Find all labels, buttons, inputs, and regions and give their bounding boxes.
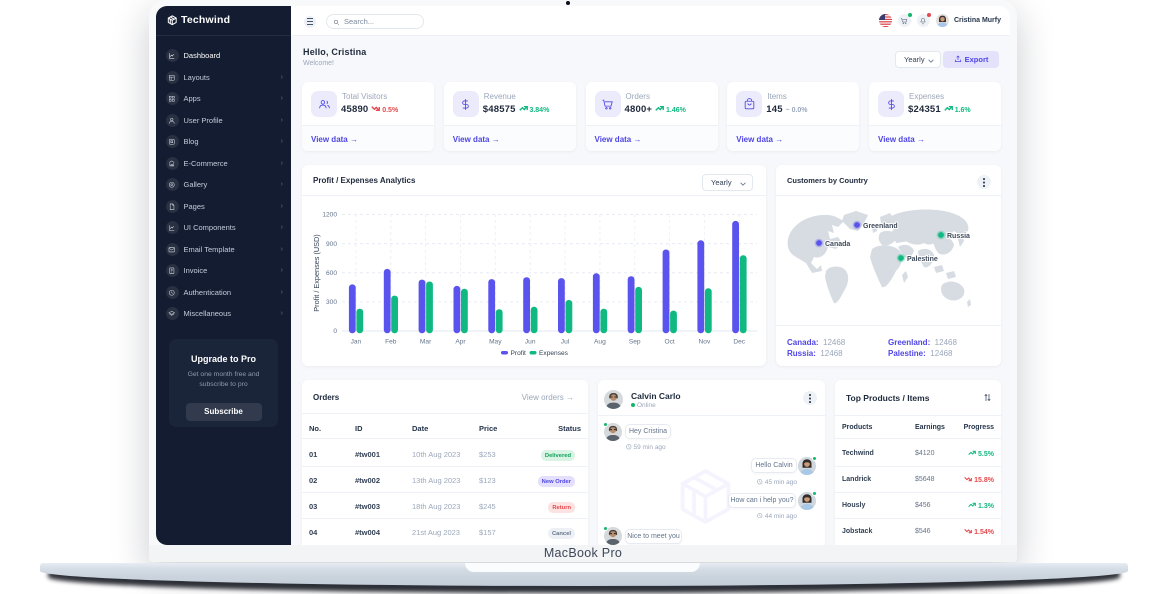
svg-text:300: 300 bbox=[326, 299, 337, 306]
svg-text:Oct: Oct bbox=[664, 339, 674, 346]
svg-text:Apr: Apr bbox=[455, 339, 466, 346]
svg-text:Nov: Nov bbox=[699, 339, 711, 346]
svg-text:Feb: Feb bbox=[385, 339, 397, 346]
svg-text:Palestine: Palestine bbox=[907, 256, 938, 263]
svg-text:600: 600 bbox=[326, 270, 337, 277]
svg-text:Mar: Mar bbox=[420, 339, 432, 346]
svg-text:Profit / Expenses (USD): Profit / Expenses (USD) bbox=[312, 234, 321, 311]
svg-text:Jun: Jun bbox=[525, 339, 536, 346]
svg-text:May: May bbox=[489, 339, 502, 346]
svg-text:Profit: Profit bbox=[511, 350, 527, 357]
svg-text:Jul: Jul bbox=[561, 339, 570, 346]
svg-text:Greenland: Greenland bbox=[863, 223, 898, 230]
svg-text:Aug: Aug bbox=[594, 339, 606, 346]
svg-text:1200: 1200 bbox=[322, 212, 337, 219]
svg-text:Jan: Jan bbox=[351, 339, 362, 346]
svg-text:Dec: Dec bbox=[733, 339, 745, 346]
svg-text:Expenses: Expenses bbox=[539, 350, 569, 357]
svg-text:Russia: Russia bbox=[947, 233, 970, 240]
svg-text:0: 0 bbox=[333, 328, 337, 335]
svg-text:Canada: Canada bbox=[825, 241, 850, 248]
svg-text:900: 900 bbox=[326, 241, 337, 248]
svg-text:Sep: Sep bbox=[629, 339, 641, 346]
